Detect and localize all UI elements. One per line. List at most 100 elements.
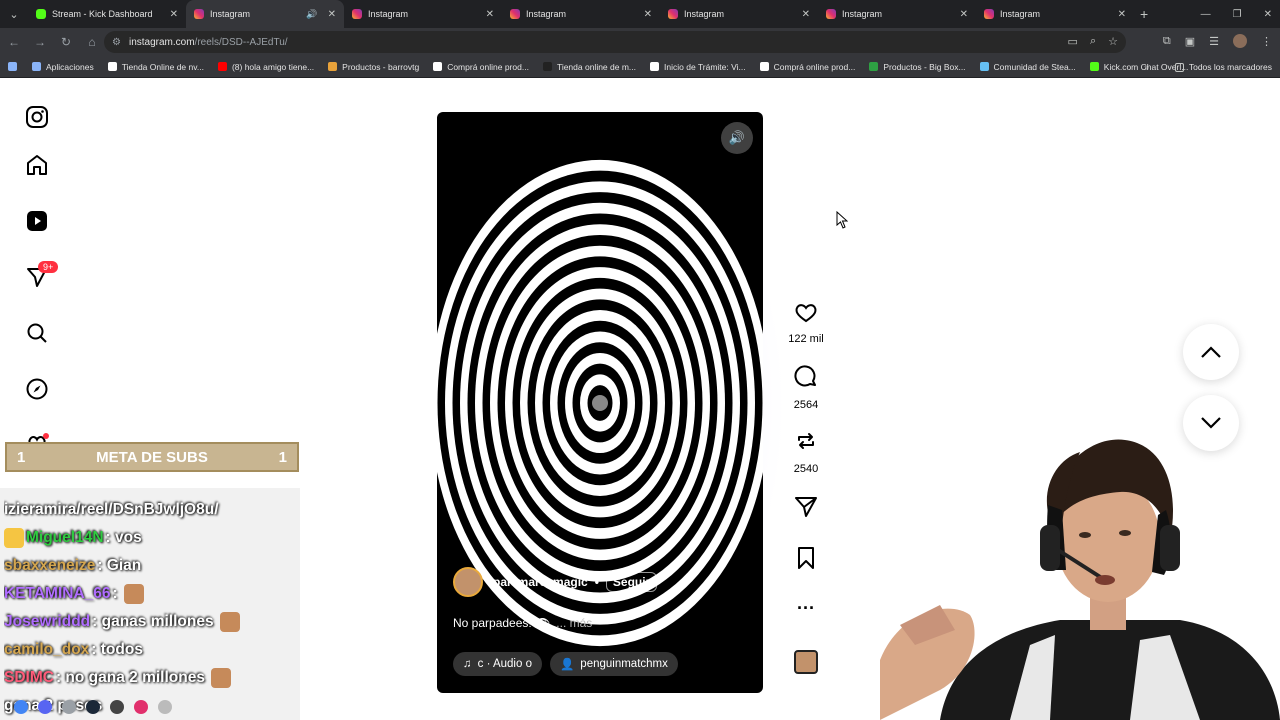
home-nav-icon[interactable] <box>24 152 50 178</box>
bookmark-icon[interactable] <box>795 546 817 570</box>
chat-message: camilo_dox: todos <box>4 636 296 664</box>
bookmark-item[interactable]: Comprá online prod... <box>433 62 529 72</box>
url-path: /reels/DSD--AJEdTu/ <box>194 36 288 48</box>
browser-tab[interactable]: Instagram ✕ <box>818 0 976 28</box>
browser-tab[interactable]: Instagram ✕ <box>344 0 502 28</box>
reels-nav-icon[interactable] <box>24 208 50 234</box>
close-window-icon[interactable]: ✕ <box>1264 9 1272 20</box>
site-info-icon[interactable]: ⚙ <box>112 37 121 48</box>
folder-icon <box>1174 62 1184 72</box>
bookmark-item[interactable]: Productos - Big Box... <box>869 62 966 72</box>
back-icon[interactable]: ← <box>2 30 26 54</box>
previous-reel-button[interactable] <box>1183 324 1239 380</box>
obs-taskbar-icon[interactable] <box>110 700 124 714</box>
chat-username: camilo_dox <box>4 641 90 658</box>
audio-chip[interactable]: ♫ c · Audio o <box>453 652 542 676</box>
share-icon[interactable] <box>793 494 819 520</box>
repost-icon[interactable] <box>793 428 819 454</box>
bookmark-item[interactable]: Comunidad de Stea... <box>979 62 1076 72</box>
bookmark-item[interactable]: Tienda Online de nv... <box>107 62 204 72</box>
user-icon: 👤 <box>559 659 575 671</box>
all-bookmarks-folder[interactable]: Todos los marcadores <box>1174 62 1272 72</box>
bookmark-item[interactable]: Productos - barrovtg <box>328 62 419 72</box>
tab-audio-icon[interactable]: 🔊 <box>306 9 317 20</box>
restore-icon[interactable]: ❐ <box>1233 9 1242 20</box>
tab-search-icon[interactable]: ⌄ <box>0 0 28 28</box>
bookmark-item[interactable]: Tienda online de m... <box>542 62 636 72</box>
share-action[interactable] <box>780 494 832 525</box>
bookmarks-bar: Aplicaciones Tienda Online de nv... (8) ho… <box>0 56 1280 78</box>
browser-tab[interactable]: Instagram ✕ <box>976 0 1134 28</box>
minimize-icon[interactable]: — <box>1201 9 1211 20</box>
explore-nav-icon[interactable] <box>24 376 50 402</box>
bookmark-item[interactable]: Comprá online prod... <box>759 62 855 72</box>
instagram-favicon-icon <box>352 9 362 19</box>
like-action[interactable]: 122 mil <box>780 300 832 345</box>
more-link[interactable]: ... más <box>556 616 592 630</box>
tagged-user-chip[interactable]: 👤 penguinmatchmx <box>549 652 678 676</box>
heart-icon[interactable] <box>793 300 819 324</box>
zoom-icon[interactable]: ⌕ <box>1090 35 1096 48</box>
chat-text: : todos <box>91 641 143 658</box>
chat-message: KETAMINA_66: <box>4 580 296 608</box>
tagged-user-label: penguinmatchmx <box>580 658 668 670</box>
discord-taskbar-icon[interactable] <box>38 700 52 714</box>
instagram-logo-icon[interactable] <box>24 104 50 130</box>
misc-taskbar-icon[interactable] <box>158 700 172 714</box>
forward-icon[interactable]: → <box>28 30 52 54</box>
new-tab-icon[interactable]: + <box>1140 6 1148 22</box>
bookmark-item[interactable]: Inicio de Trámite: Vi... <box>650 62 746 72</box>
app-taskbar-icon[interactable] <box>62 700 76 714</box>
browser-tab[interactable]: Instagram ✕ <box>502 0 660 28</box>
spiral-eye <box>592 395 608 411</box>
address-bar[interactable]: ⚙ instagram.com/reels/DSD--AJEdTu/ ▭ ⌕ ☆ <box>104 31 1126 53</box>
more-bookmarks-icon[interactable]: » <box>1144 62 1149 72</box>
volume-icon[interactable]: 🔊 <box>721 122 753 154</box>
apps-grid-icon[interactable] <box>8 62 22 71</box>
more-options-icon[interactable]: ··· <box>780 598 832 619</box>
browser-tab[interactable]: Stream - Kick Dashboard ✕ <box>28 0 186 28</box>
reading-list-icon[interactable]: ☰ <box>1209 35 1219 48</box>
cast-icon[interactable]: ▭ <box>1068 35 1078 48</box>
menu-icon[interactable]: ⋮ <box>1261 35 1272 48</box>
browser-tab[interactable]: Instagram ✕ <box>660 0 818 28</box>
audio-thumbnail[interactable] <box>780 650 832 674</box>
subs-goal-target: 1 <box>278 448 287 466</box>
maps-taskbar-icon[interactable] <box>134 700 148 714</box>
tab-close-icon[interactable]: ✕ <box>170 9 178 20</box>
tab-close-icon[interactable]: ✕ <box>802 9 810 20</box>
steam-taskbar-icon[interactable] <box>86 700 100 714</box>
bookmark-item[interactable]: (8) hola amigo tiene... <box>217 62 314 72</box>
chat-username: sbaxxeneize <box>4 557 96 574</box>
author-avatar[interactable] <box>453 567 483 597</box>
tab-close-icon[interactable]: ✕ <box>328 9 336 20</box>
tab-close-icon[interactable]: ✕ <box>644 9 652 20</box>
search-nav-icon[interactable] <box>24 320 50 346</box>
taskbar <box>0 694 360 720</box>
reel-video[interactable]: 🔊 palomaresmagic • Seguir No parpadees! … <box>437 112 763 693</box>
tab-close-icon[interactable]: ✕ <box>1118 9 1126 20</box>
author-name[interactable]: palomaresmagic <box>493 575 588 589</box>
instagram-favicon-icon <box>984 9 994 19</box>
bookmark-item[interactable]: Aplicaciones <box>32 62 94 72</box>
media-icon[interactable]: ▣ <box>1185 35 1195 48</box>
bookmark-star-icon[interactable]: ☆ <box>1108 35 1118 48</box>
profile-avatar[interactable] <box>1233 34 1247 48</box>
chrome-taskbar-icon[interactable] <box>14 700 28 714</box>
url-host: instagram.com <box>128 36 195 48</box>
instagram-favicon-icon <box>194 9 204 19</box>
comment-action[interactable]: 2564 <box>780 364 832 411</box>
comment-icon[interactable] <box>793 364 819 390</box>
bookmark-favicon-icon <box>1089 62 1099 71</box>
reload-icon[interactable]: ↻ <box>54 30 78 54</box>
save-action[interactable] <box>780 546 832 575</box>
tab-close-icon[interactable]: ✕ <box>486 9 494 20</box>
streamer-webcam <box>880 439 1280 720</box>
browser-tab[interactable]: Instagram 🔊 ✕ <box>186 0 344 28</box>
tab-close-icon[interactable]: ✕ <box>960 9 968 20</box>
extensions-icon[interactable]: ⧉ <box>1163 35 1171 48</box>
follow-button[interactable]: Seguir <box>605 572 658 592</box>
home-icon[interactable]: ⌂ <box>80 30 104 54</box>
chevron-up-icon <box>1201 346 1221 358</box>
repost-action[interactable]: 2540 <box>780 428 832 475</box>
